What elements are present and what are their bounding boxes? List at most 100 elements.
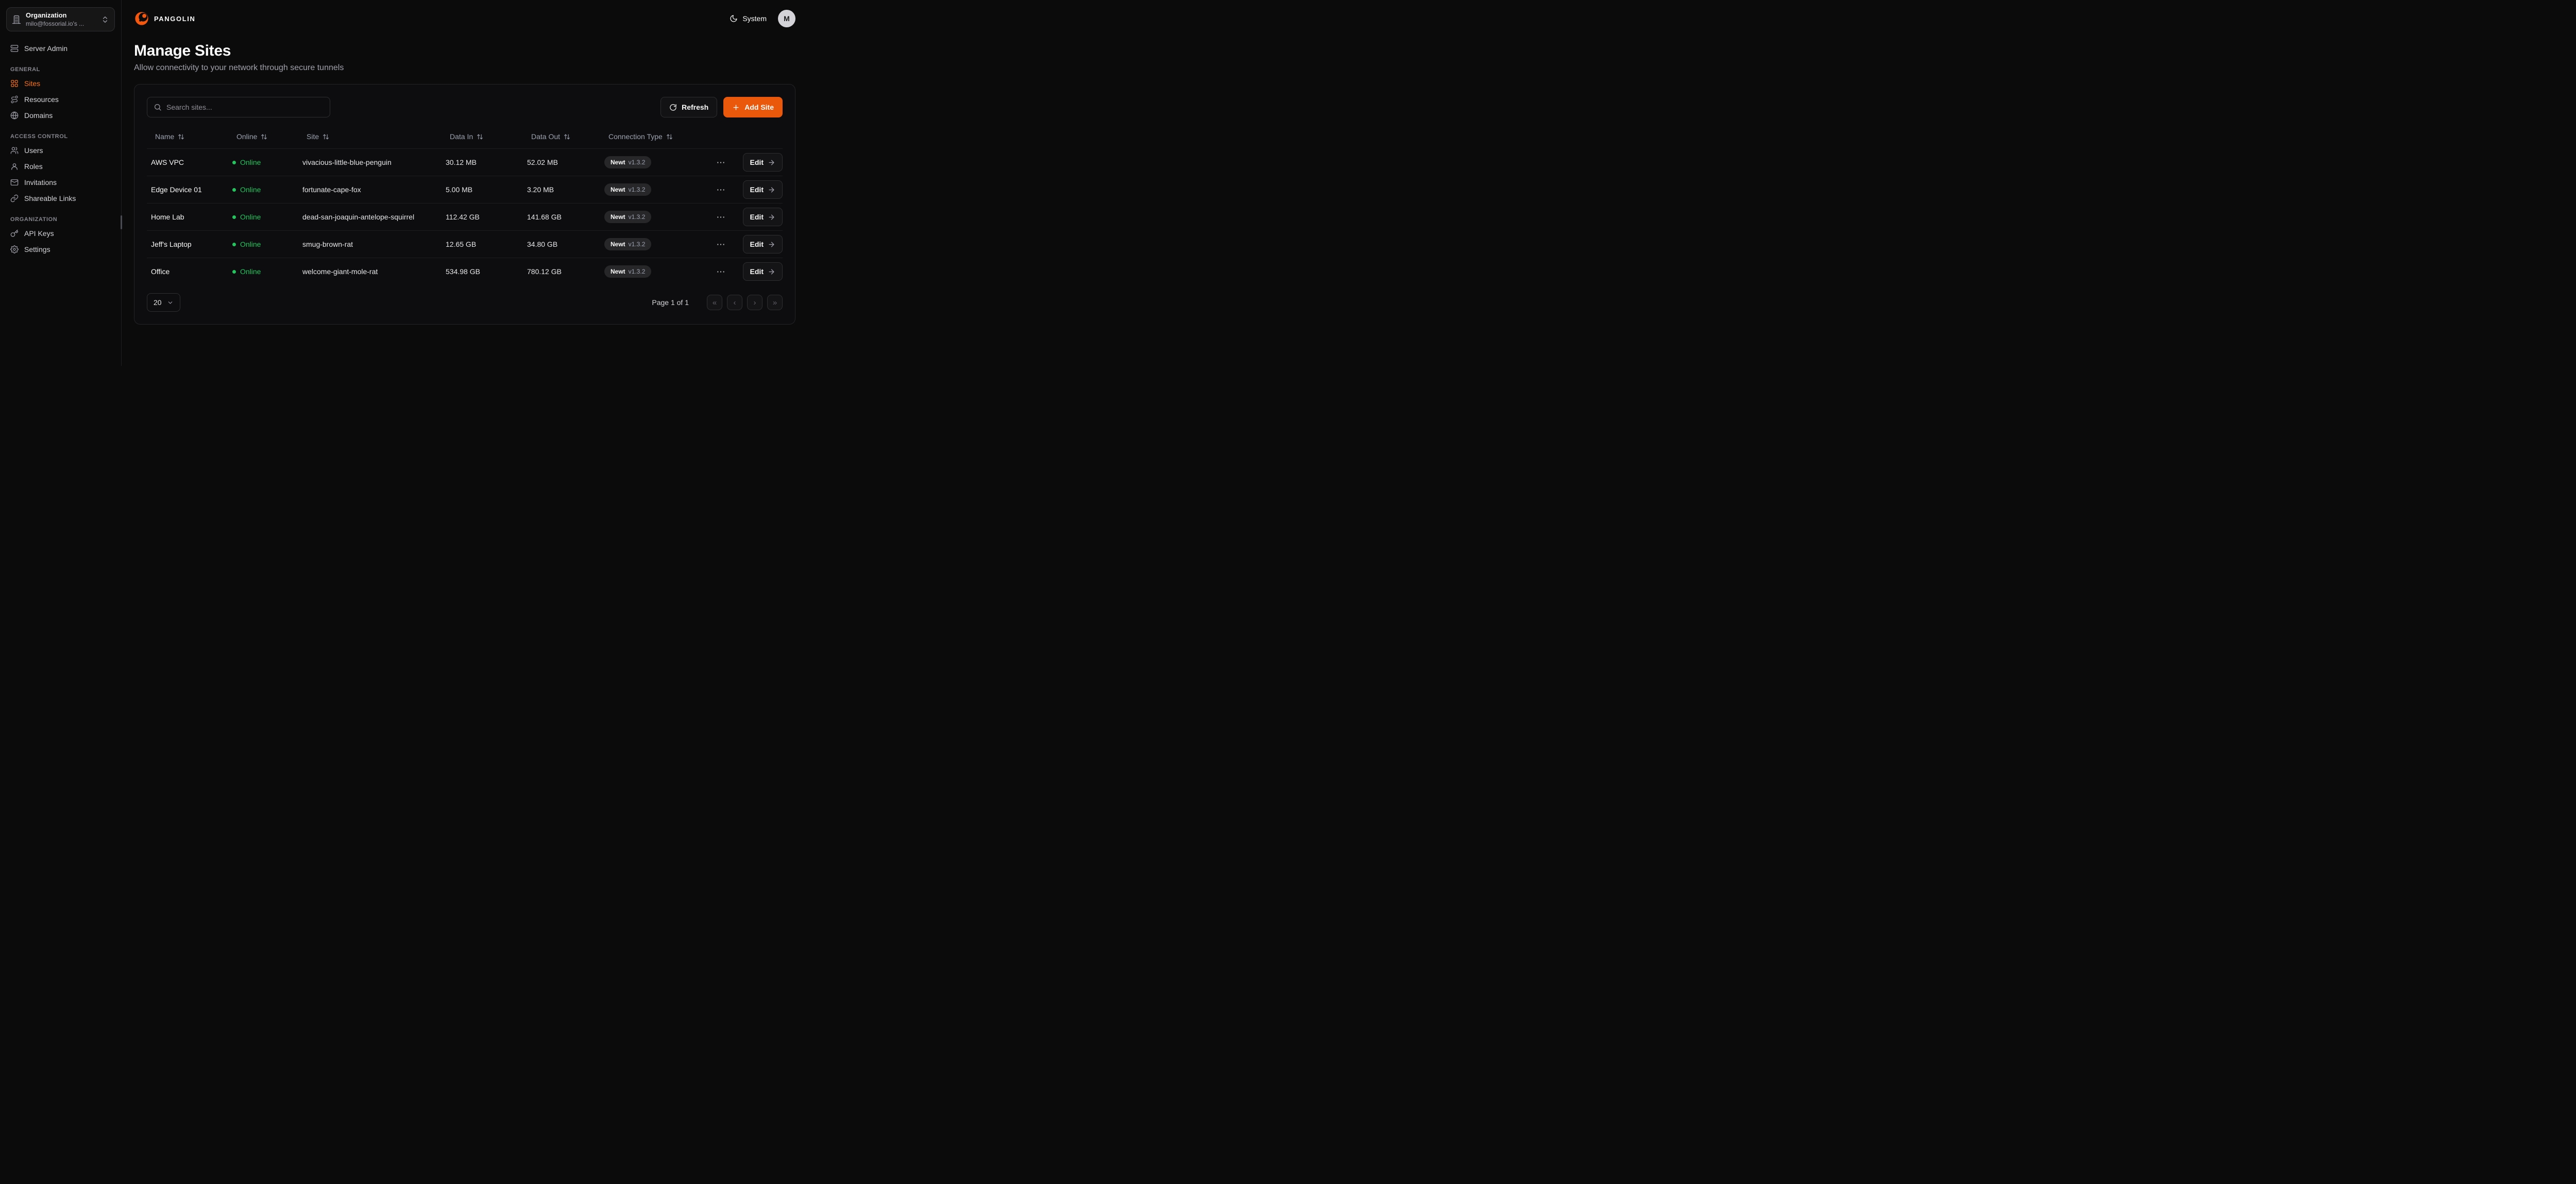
site-status-cell: Online (232, 185, 302, 194)
page-size-select[interactable]: 20 (147, 293, 180, 312)
edit-button[interactable]: Edit (743, 208, 783, 226)
moon-icon (730, 14, 738, 23)
sidebar-resize-handle[interactable] (121, 215, 122, 229)
connection-type-version: v1.3.2 (629, 268, 646, 275)
site-id-cell: smug-brown-rat (302, 240, 446, 248)
online-status-dot (232, 270, 236, 274)
first-page-button[interactable]: « (707, 295, 722, 310)
edit-button[interactable]: Edit (743, 180, 783, 199)
connection-type-name: Newt (611, 268, 625, 275)
plus-icon (732, 104, 740, 111)
row-menu-button[interactable]: ⋯ (714, 155, 728, 170)
edit-button[interactable]: Edit (743, 153, 783, 172)
data-out-cell: 3.20 MB (527, 185, 604, 194)
sidebar-item-server-admin[interactable]: Server Admin (6, 41, 115, 56)
connection-type-cell: Newt v1.3.2 (604, 156, 708, 168)
page-info: Page 1 of 1 (652, 298, 689, 307)
column-header-online[interactable]: Online (232, 129, 272, 144)
chevrons-left-icon: « (713, 299, 717, 307)
sidebar-item-invitations[interactable]: Invitations (6, 175, 115, 190)
connection-type-cell: Newt v1.3.2 (604, 183, 708, 196)
sidebar-item-label: Domains (24, 111, 53, 120)
column-header-data-in[interactable]: Data In (446, 129, 487, 144)
sidebar-item-roles[interactable]: Roles (6, 159, 115, 174)
section-title-general: GENERAL (10, 66, 111, 73)
last-page-button[interactable]: » (767, 295, 783, 310)
site-name-cell: AWS VPC (151, 158, 232, 166)
connection-type-version: v1.3.2 (629, 186, 646, 193)
data-out-cell: 780.12 GB (527, 267, 604, 276)
edit-button[interactable]: Edit (743, 235, 783, 253)
row-menu-button[interactable]: ⋯ (714, 237, 728, 252)
sidebar-item-api-keys[interactable]: API Keys (6, 226, 115, 241)
arrow-right-icon (768, 186, 775, 194)
globe-icon (10, 111, 19, 120)
sidebar-item-sites[interactable]: Sites (6, 76, 115, 91)
card-toolbar: Refresh Add Site (147, 97, 783, 117)
page-subtitle: Allow connectivity to your network throu… (134, 63, 795, 73)
site-name-cell: Office (151, 267, 232, 276)
connection-type-cell: Newt v1.3.2 (604, 265, 708, 278)
column-header-connection-type[interactable]: Connection Type (604, 129, 677, 144)
column-label: Name (155, 132, 174, 141)
edit-label: Edit (750, 158, 764, 166)
add-site-button[interactable]: Add Site (723, 97, 783, 117)
org-selector-label: Organization (26, 11, 96, 19)
table-body: AWS VPC Online vivacious-little-blue-pen… (147, 148, 783, 285)
row-menu-button[interactable]: ⋯ (714, 210, 728, 225)
section-title-organization: ORGANIZATION (10, 216, 111, 223)
brand-name: PANGOLIN (154, 15, 195, 23)
site-id-cell: welcome-giant-mole-rat (302, 267, 446, 276)
sidebar-item-label: Shareable Links (24, 194, 76, 202)
row-menu-button[interactable]: ⋯ (714, 182, 728, 197)
search-input[interactable] (166, 103, 324, 111)
refresh-button[interactable]: Refresh (660, 97, 717, 117)
sidebar-item-settings[interactable]: Settings (6, 242, 115, 257)
sidebar-item-label: Roles (24, 162, 43, 171)
sort-icon (178, 133, 184, 140)
data-in-cell: 112.42 GB (446, 213, 527, 221)
org-selector[interactable]: Organization milo@fossorial.io's ... (6, 7, 115, 31)
chevron-right-icon: › (754, 299, 756, 307)
toolbar-actions: Refresh Add Site (660, 97, 783, 117)
sidebar-item-label: Users (24, 146, 43, 155)
org-selector-text: Organization milo@fossorial.io's ... (26, 11, 96, 27)
site-status-cell: Online (232, 213, 302, 221)
sidebar-item-domains[interactable]: Domains (6, 108, 115, 123)
ellipsis-icon: ⋯ (717, 240, 725, 249)
previous-page-button[interactable]: ‹ (727, 295, 742, 310)
sites-card: Refresh Add Site Name (134, 84, 795, 325)
row-menu-button[interactable]: ⋯ (714, 264, 728, 279)
column-header-name[interactable]: Name (151, 129, 189, 144)
next-page-button[interactable]: › (747, 295, 762, 310)
connection-type-version: v1.3.2 (629, 159, 646, 166)
online-status-dot (232, 243, 236, 246)
table-row: Office Online welcome-giant-mole-rat 534… (147, 258, 783, 285)
brand[interactable]: PANGOLIN (134, 11, 195, 26)
data-in-cell: 30.12 MB (446, 158, 527, 166)
data-out-cell: 34.80 GB (527, 240, 604, 248)
table-header: Name Online Site Data In (147, 125, 783, 148)
column-header-site[interactable]: Site (302, 129, 333, 144)
users-icon (10, 146, 19, 155)
theme-toggle-button[interactable]: System (730, 14, 767, 23)
connection-type-name: Newt (611, 159, 625, 166)
topbar-right: System M (730, 10, 795, 27)
edit-button[interactable]: Edit (743, 262, 783, 281)
sidebar-item-resources[interactable]: Resources (6, 92, 115, 107)
arrow-right-icon (768, 268, 775, 276)
sidebar-item-shareable-links[interactable]: Shareable Links (6, 191, 115, 206)
connection-type-version: v1.3.2 (629, 241, 646, 248)
connection-type-badge: Newt v1.3.2 (604, 156, 651, 168)
sidebar-item-label: Resources (24, 95, 59, 104)
column-header-data-out[interactable]: Data Out (527, 129, 574, 144)
online-status-label: Online (240, 158, 261, 166)
sort-icon (477, 133, 483, 140)
ellipsis-icon: ⋯ (717, 212, 725, 222)
connection-type-badge: Newt v1.3.2 (604, 183, 651, 196)
site-status-cell: Online (232, 158, 302, 166)
sidebar-item-users[interactable]: Users (6, 143, 115, 158)
connection-type-name: Newt (611, 213, 625, 221)
search-icon (154, 103, 162, 111)
user-avatar[interactable]: M (778, 10, 795, 27)
